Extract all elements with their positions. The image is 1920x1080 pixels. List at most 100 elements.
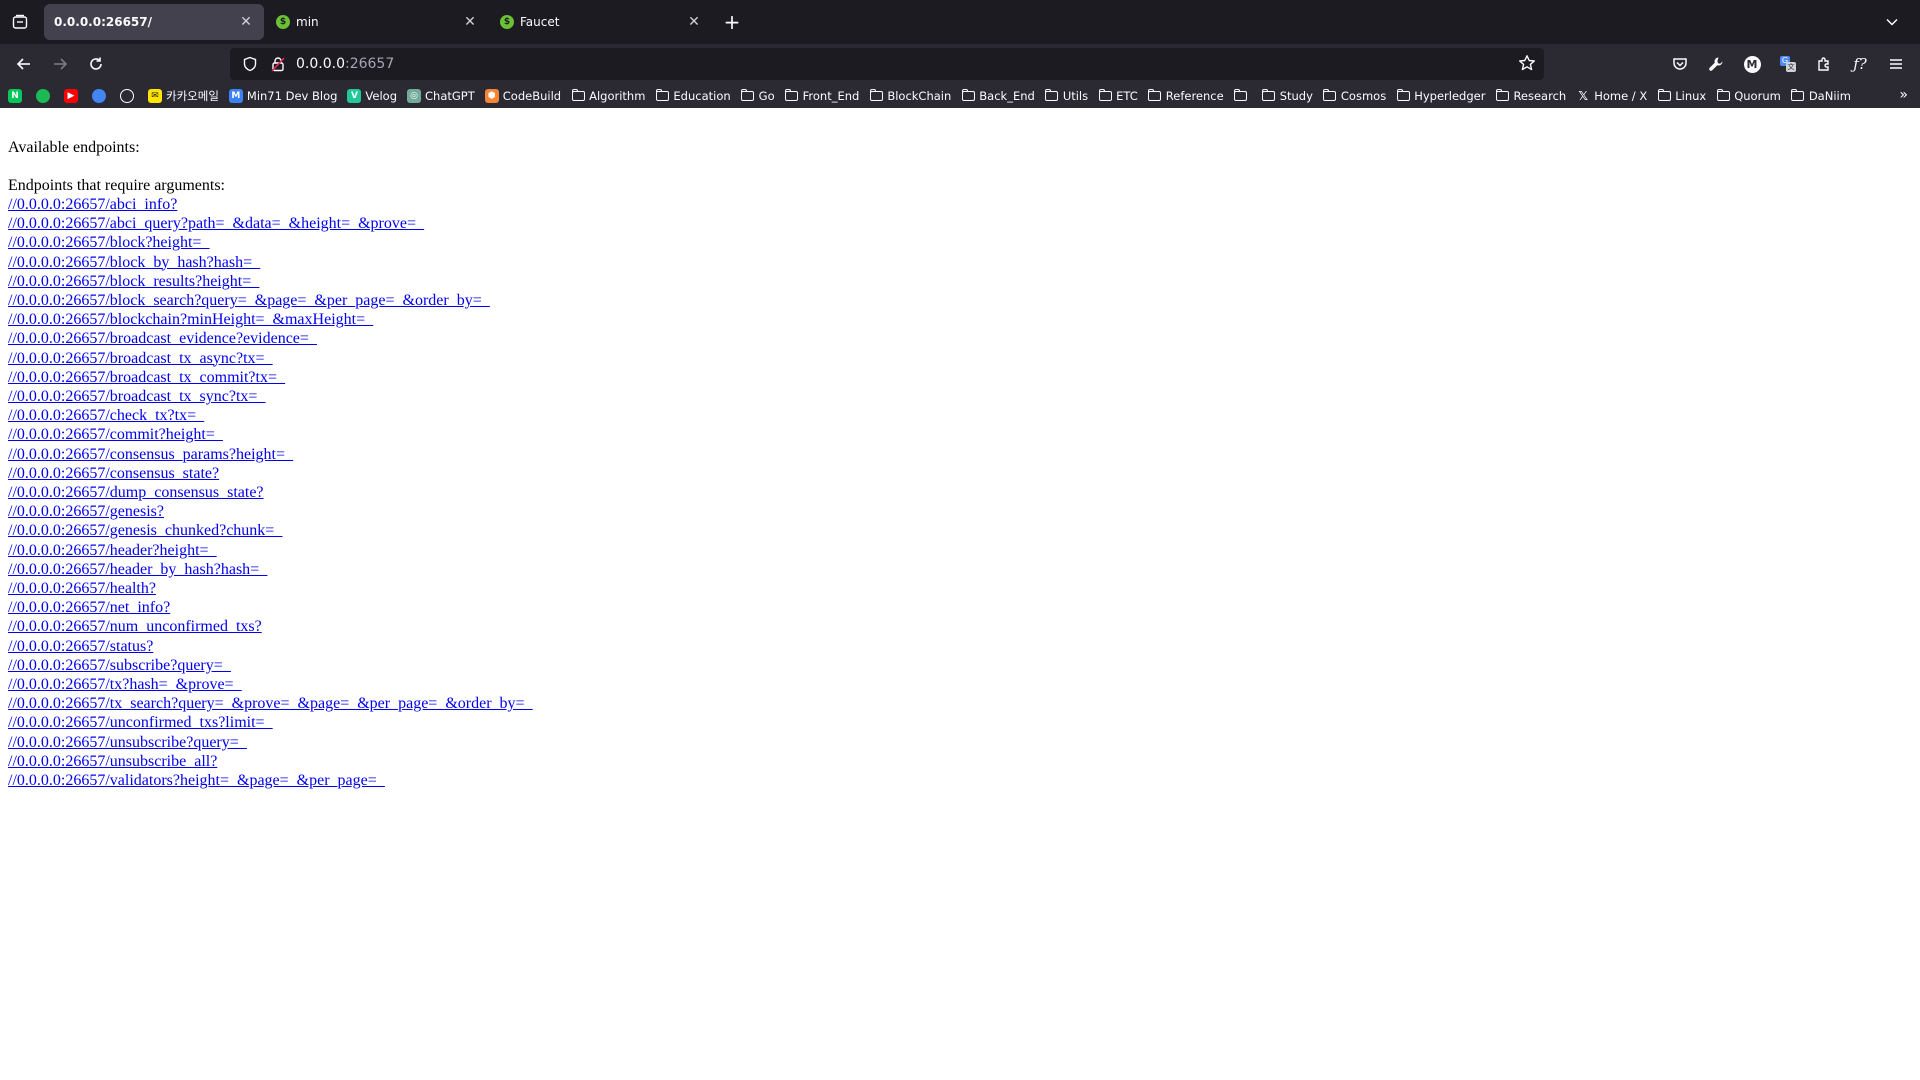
new-tab-button[interactable]: + <box>716 6 748 38</box>
folder-icon <box>655 89 669 103</box>
tab-bar: 0.0.0.0:26657/ ✕ $ min ✕ $ Faucet ✕ + <box>0 0 1920 44</box>
bookmark-item[interactable]: Hyperledger <box>1396 89 1485 103</box>
endpoint-link[interactable]: //0.0.0.0:26657/dump_consensus_state? <box>8 483 264 502</box>
endpoint-link[interactable]: //0.0.0.0:26657/commit?height=_ <box>8 425 223 444</box>
folder-icon <box>869 89 883 103</box>
tab-localhost[interactable]: 0.0.0.0:26657/ ✕ <box>44 4 264 40</box>
bookmark-item[interactable]: V Velog <box>347 89 397 103</box>
bookmark-label: Velog <box>365 89 398 103</box>
endpoint-link[interactable]: //0.0.0.0:26657/status? <box>8 637 153 656</box>
endpoint-link[interactable]: //0.0.0.0:26657/health? <box>8 579 156 598</box>
bookmark-item[interactable]: Linux <box>1657 89 1706 103</box>
lock-insecure-icon[interactable] <box>268 54 288 74</box>
puzzle-icon <box>1818 57 1829 71</box>
bookmark-item[interactable]: Go <box>741 89 775 103</box>
bookmark-item[interactable]: ▶ <box>64 89 82 103</box>
bookmark-item[interactable]: 𝕏 Home / X <box>1576 89 1647 103</box>
close-icon[interactable]: ✕ <box>460 12 480 32</box>
bookmark-item[interactable]: N <box>8 89 26 103</box>
menu-button[interactable] <box>1878 46 1914 82</box>
endpoint-link[interactable]: //0.0.0.0:26657/subscribe?query=_ <box>8 656 231 675</box>
endpoint-link[interactable]: //0.0.0.0:26657/unconfirmed_txs?limit=_ <box>8 713 273 732</box>
translate-button[interactable]: G 文 <box>1770 46 1806 82</box>
bookmark-item[interactable]: ⬢ CodeBuild <box>484 89 562 103</box>
endpoint-link[interactable]: //0.0.0.0:26657/genesis_chunked?chunk=_ <box>8 521 282 540</box>
bookmark-item[interactable]: BlockChain <box>869 89 951 103</box>
back-button[interactable] <box>6 46 42 82</box>
extensions-button[interactable] <box>1806 46 1842 82</box>
forward-button[interactable] <box>42 46 78 82</box>
endpoint-link[interactable]: //0.0.0.0:26657/tx?hash=_&prove=_ <box>8 675 242 694</box>
bookmark-item[interactable] <box>36 89 54 103</box>
endpoint-link[interactable]: //0.0.0.0:26657/header?height=_ <box>8 541 217 560</box>
bookmark-item[interactable] <box>92 89 110 103</box>
bookmark-label: ChatGPT <box>425 89 475 103</box>
close-icon[interactable]: ✕ <box>684 12 704 32</box>
bookmark-item[interactable]: Quorum <box>1716 89 1781 103</box>
bookmark-label: CodeBuild <box>502 89 562 103</box>
endpoint-link[interactable]: //0.0.0.0:26657/block_search?query=_&pag… <box>8 291 490 310</box>
endpoint-link[interactable]: //0.0.0.0:26657/num_unconfirmed_txs? <box>8 617 262 636</box>
endpoint-link[interactable]: //0.0.0.0:26657/broadcast_tx_commit?tx=_ <box>8 368 285 387</box>
tab-favicon-icon: $ <box>500 15 514 29</box>
endpoint-link[interactable]: //0.0.0.0:26657/header_by_hash?hash=_ <box>8 560 267 579</box>
reload-button[interactable] <box>78 46 114 82</box>
endpoint-link[interactable]: //0.0.0.0:26657/broadcast_tx_sync?tx=_ <box>8 387 265 406</box>
endpoint-link[interactable]: //0.0.0.0:26657/broadcast_tx_async?tx=_ <box>8 349 273 368</box>
bookmark-star-icon[interactable] <box>1518 54 1536 72</box>
tab-faucet[interactable]: $ Faucet ✕ <box>492 4 712 40</box>
bookmark-item[interactable]: Research <box>1495 89 1566 103</box>
endpoint-link[interactable]: //0.0.0.0:26657/broadcast_evidence?evide… <box>8 329 317 348</box>
endpoint-link[interactable]: //0.0.0.0:26657/block_by_hash?hash=_ <box>8 253 260 272</box>
endpoint-link[interactable]: //0.0.0.0:26657/check_tx?tx=_ <box>8 406 204 425</box>
endpoint-link[interactable]: //0.0.0.0:26657/consensus_params?height=… <box>8 445 293 464</box>
bookmark-item[interactable]: Education <box>655 89 731 103</box>
list-all-tabs-button[interactable] <box>1874 4 1910 40</box>
arrow-left-icon <box>16 58 30 70</box>
tab-title: 0.0.0.0:26657/ <box>54 15 153 29</box>
bookmark-item[interactable]: Back_End <box>961 89 1035 103</box>
endpoint-link[interactable]: //0.0.0.0:26657/tx_search?query=_&prove=… <box>8 694 533 713</box>
bookmark-item[interactable] <box>1234 89 1252 103</box>
bookmark-item[interactable]: Reference <box>1148 89 1224 103</box>
url-text[interactable]: 0.0.0.0:26657 <box>296 56 394 72</box>
folder-icon <box>1234 89 1248 103</box>
bookmark-item[interactable]: ✉ 카카오메일 <box>148 88 219 104</box>
pocket-button[interactable] <box>1662 46 1698 82</box>
bookmark-item[interactable] <box>120 89 138 103</box>
tab-title: Faucet <box>520 15 560 29</box>
endpoint-link[interactable]: //0.0.0.0:26657/blockchain?minHeight=_&m… <box>8 310 373 329</box>
bookmark-item[interactable]: DaNiim <box>1791 89 1851 103</box>
bookmark-item[interactable]: M Min71 Dev Blog <box>228 89 337 103</box>
endpoint-link[interactable]: //0.0.0.0:26657/abci_query?path=_&data=_… <box>8 214 424 233</box>
bookmark-label: 카카오메일 <box>166 89 219 103</box>
endpoint-link[interactable]: //0.0.0.0:26657/block?height=_ <box>8 233 209 252</box>
url-bar[interactable]: 0.0.0.0:26657 <box>230 48 1544 80</box>
bookmarks-overflow-icon[interactable]: » <box>1899 87 1908 103</box>
endpoint-link[interactable]: //0.0.0.0:26657/block_results?height=_ <box>8 272 259 291</box>
metamask-button[interactable]: M <box>1734 46 1770 82</box>
tab-min[interactable]: $ min ✕ <box>268 4 488 40</box>
endpoint-link[interactable]: //0.0.0.0:26657/abci_info? <box>8 195 177 214</box>
argument-endpoints-heading: Endpoints that require arguments: <box>8 177 225 194</box>
shield-icon[interactable] <box>240 54 260 74</box>
function-button[interactable]: ƒ? <box>1842 46 1878 82</box>
devtools-button[interactable] <box>1698 46 1734 82</box>
bookmark-item[interactable]: ETC <box>1098 89 1138 103</box>
endpoint-link[interactable]: //0.0.0.0:26657/unsubscribe_all? <box>8 752 217 771</box>
endpoint-link[interactable]: //0.0.0.0:26657/unsubscribe?query=_ <box>8 733 247 752</box>
endpoint-link[interactable]: //0.0.0.0:26657/net_info? <box>8 598 170 617</box>
bookmark-item[interactable]: Algorithm <box>571 89 645 103</box>
bookmark-item[interactable]: Cosmos <box>1323 89 1386 103</box>
bookmark-item[interactable]: Study <box>1262 89 1313 103</box>
endpoint-link[interactable]: //0.0.0.0:26657/consensus_state? <box>8 464 219 483</box>
bookmark-item[interactable]: Utils <box>1045 89 1088 103</box>
tab-list-button[interactable] <box>0 0 40 44</box>
spotify-icon <box>36 89 50 103</box>
close-icon[interactable]: ✕ <box>236 12 256 32</box>
endpoint-link[interactable]: //0.0.0.0:26657/validators?height=_&page… <box>8 771 385 790</box>
bookmark-item[interactable]: Front_End <box>785 89 859 103</box>
endpoint-link[interactable]: //0.0.0.0:26657/genesis? <box>8 502 164 521</box>
bookmark-item[interactable]: ◎ ChatGPT <box>407 89 475 103</box>
function-icon: ƒ? <box>1853 55 1867 73</box>
